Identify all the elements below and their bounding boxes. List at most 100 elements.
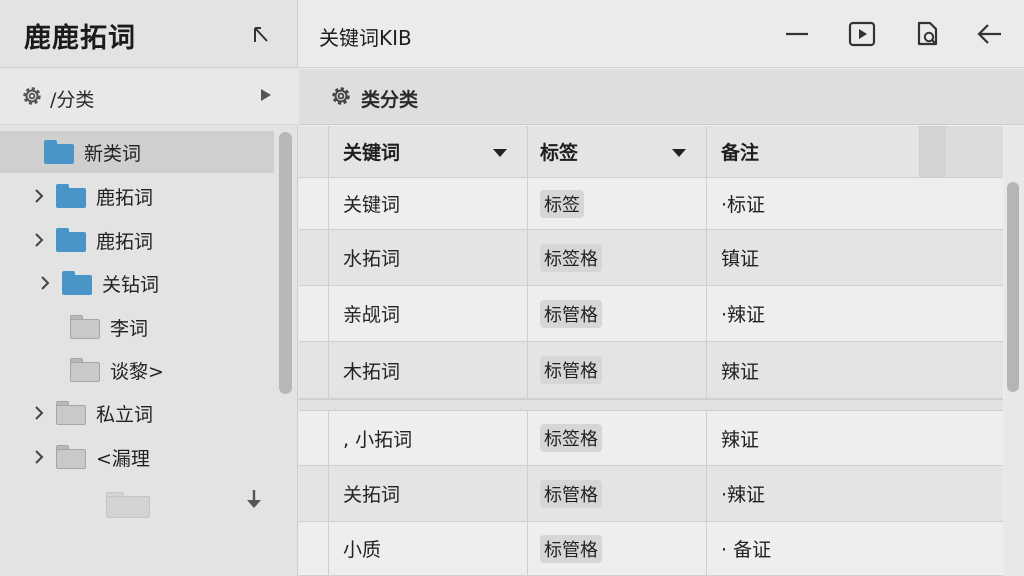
main-panel: 关键词KIB 类分类 关键词 标签 备注 关键词 标签 ·标证 水拓词 标签格 … — [299, 0, 1024, 576]
note-text: 辣证 — [721, 360, 760, 383]
tag-cell[interactable]: 标管格 — [528, 466, 707, 521]
tree-item[interactable]: 谈黎> — [70, 349, 164, 391]
column-header-label: 标签 — [540, 142, 579, 164]
table-row[interactable]: 关拓词 标管格 ·辣证 — [299, 466, 1003, 522]
keyword-text: 小质 — [343, 539, 382, 561]
note-text: ·标证 — [721, 194, 766, 216]
keyword-cell[interactable]: 亲觇词 — [329, 286, 528, 341]
chevron-right-icon[interactable] — [36, 274, 54, 292]
chevron-right-icon[interactable] — [30, 404, 48, 422]
chevron-right-icon[interactable] — [30, 448, 48, 466]
note-cell[interactable]: ·标证 — [707, 178, 1003, 229]
keyword-cell[interactable]: 关拓词 — [329, 466, 528, 521]
row-selector[interactable] — [299, 411, 329, 465]
keyword-text: 木拓词 — [343, 360, 401, 383]
keyword-text: 亲觇词 — [343, 304, 401, 326]
keyword-cell[interactable]: 水拓词 — [329, 230, 528, 285]
tree-item[interactable]: 李词 — [70, 306, 148, 348]
sidebar: 鹿鹿拓词 /分类 新类词 鹿拓词 鹿拓词 关钻词 李词 谈黎> 私立词 <漏理 — [0, 0, 298, 576]
column-header-keyword[interactable]: 关键词 — [329, 126, 528, 177]
tree-item-label: 新类词 — [84, 142, 142, 165]
folder-icon — [70, 358, 100, 382]
tag-cell[interactable]: 标管格 — [528, 522, 707, 575]
collapse-sidebar-icon — [254, 27, 268, 42]
tree-item-label: 鹿拓词 — [96, 230, 154, 253]
row-selector[interactable] — [299, 522, 329, 575]
row-selector[interactable] — [299, 230, 329, 285]
row-selector[interactable] — [299, 286, 329, 341]
column-header-tag[interactable]: 标签 — [528, 126, 707, 177]
tree-item[interactable]: 私立词 — [30, 392, 153, 434]
row-selector[interactable] — [299, 178, 329, 229]
sidebar-scrollbar-thumb[interactable] — [279, 132, 292, 394]
table-row[interactable]: 亲觇词 标管格 ·辣证 — [299, 286, 1003, 342]
keyword-cell[interactable]: 小质 — [329, 522, 528, 575]
keyword-text: 水拓词 — [343, 248, 401, 270]
tree-item-label: 谈黎> — [110, 360, 164, 383]
sort-dropdown-icon[interactable] — [672, 148, 686, 157]
tag-cell[interactable]: 标签格 — [528, 411, 707, 465]
collapse-sidebar-button[interactable] — [248, 22, 274, 48]
keyword-cell[interactable]: 木拓词 — [329, 342, 528, 398]
sidebar-header: 鹿鹿拓词 — [0, 0, 298, 68]
minimize-icon — [786, 32, 808, 36]
sort-dropdown-icon[interactable] — [493, 148, 507, 157]
tag-chip: 标管格 — [540, 479, 602, 508]
chevron-right-icon[interactable] — [30, 187, 48, 205]
tag-cell[interactable]: 标签格 — [528, 230, 707, 285]
folder-icon — [56, 401, 86, 425]
table-row[interactable]: 关键词 标签 ·标证 — [299, 178, 1003, 230]
note-text: · 备证 — [721, 539, 772, 561]
category-toolbar[interactable]: 类分类 — [299, 69, 1024, 125]
tag-cell[interactable]: 标管格 — [528, 342, 707, 398]
back-arrow-icon — [977, 24, 1001, 44]
note-cell[interactable]: ·辣证 — [707, 286, 1003, 341]
row-selector[interactable] — [299, 342, 329, 398]
tag-chip: 标签格 — [540, 424, 602, 452]
search-file-button[interactable] — [910, 18, 944, 50]
minimize-button[interactable] — [780, 18, 814, 50]
sidebar-path-bar[interactable]: /分类 — [0, 69, 298, 125]
table-row[interactable]: , 小拓词 标签格 辣证 — [299, 411, 1003, 466]
row-selector[interactable] — [299, 466, 329, 521]
note-cell[interactable]: 辣证 — [707, 411, 1003, 465]
tree-item[interactable]: <漏理 — [30, 436, 150, 478]
expand-triangle-icon[interactable] — [261, 89, 271, 101]
folder-icon — [56, 228, 86, 252]
note-cell[interactable]: · 备证 — [707, 522, 1003, 575]
table-scrollbar-thumb[interactable] — [1007, 182, 1019, 392]
table-row[interactable]: 小质 标管格 · 备证 — [299, 522, 1003, 576]
folder-icon — [56, 445, 86, 469]
tag-cell[interactable]: 标管格 — [528, 286, 707, 341]
column-header-note[interactable]: 备注 — [707, 126, 1003, 177]
column-header-label: 关键词 — [343, 142, 401, 164]
main-title: 关键词KIB — [319, 26, 412, 50]
note-text: ·辣证 — [721, 484, 766, 506]
table-row[interactable]: 水拓词 标签格 镇证 — [299, 230, 1003, 286]
keyword-text: 关拓词 — [343, 484, 401, 506]
play-panel-icon — [848, 21, 876, 47]
path-label: /分类 — [50, 89, 95, 111]
down-arrow-icon[interactable] — [245, 488, 263, 510]
note-cell[interactable]: ·辣证 — [707, 466, 1003, 521]
table-header-row: 关键词 标签 备注 — [299, 126, 1003, 178]
tag-chip: 标管格 — [540, 356, 602, 384]
play-panel-button[interactable] — [845, 18, 879, 50]
tree-item[interactable]: 新类词 — [0, 131, 274, 173]
keyword-cell[interactable]: 关键词 — [329, 178, 528, 229]
table-row[interactable]: 木拓词 标管格 辣证 — [299, 342, 1003, 399]
tag-cell[interactable]: 标签 — [528, 178, 707, 229]
tree-item[interactable]: 关钻词 — [36, 262, 159, 304]
tree-item-placeholder — [106, 484, 150, 526]
note-text: ·辣证 — [721, 304, 766, 326]
back-button[interactable] — [972, 18, 1006, 50]
note-cell[interactable]: 辣证 — [707, 342, 1003, 398]
chevron-right-icon[interactable] — [30, 231, 48, 249]
note-cell[interactable]: 镇证 — [707, 230, 1003, 285]
tree-item[interactable]: 鹿拓词 — [30, 175, 153, 217]
tree-item-label: 李词 — [110, 317, 149, 340]
tree-item[interactable]: 鹿拓词 — [30, 219, 153, 261]
note-text: 辣证 — [721, 428, 760, 451]
keyword-cell[interactable]: , 小拓词 — [329, 411, 528, 465]
folder-icon — [62, 271, 92, 295]
